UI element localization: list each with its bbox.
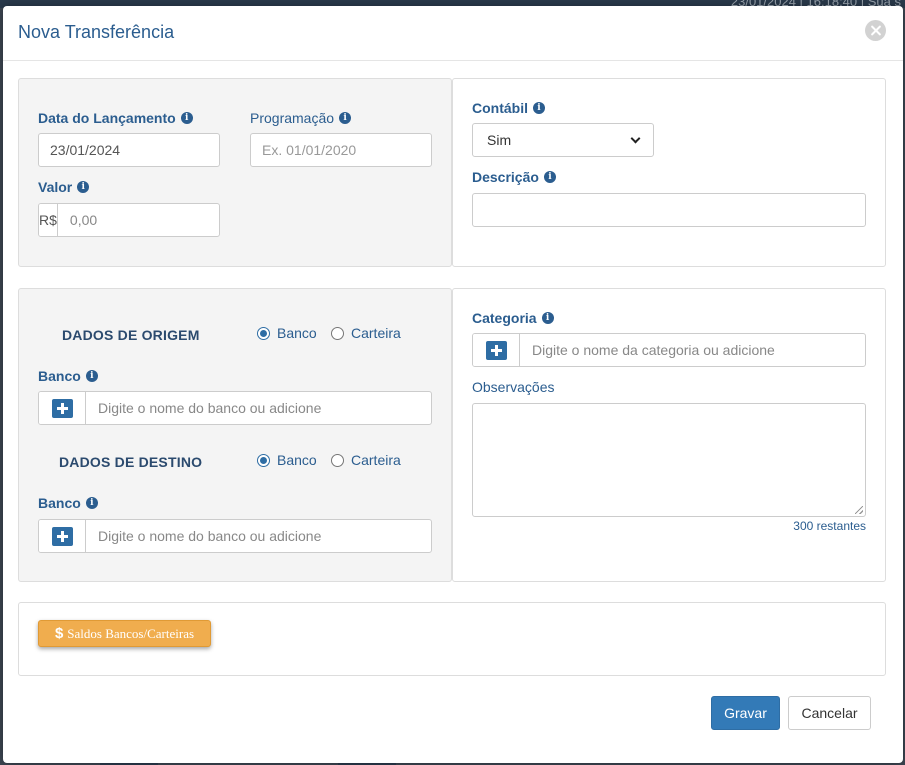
- info-icon[interactable]: i: [180, 112, 193, 124]
- info-icon[interactable]: i: [77, 181, 90, 193]
- destino-banco-input-group: [38, 519, 432, 553]
- descricao-label: Descrição i: [472, 169, 556, 185]
- modal-title: Nova Transferência: [18, 22, 175, 42]
- origem-banco-input[interactable]: [86, 392, 431, 424]
- resize-handle-icon[interactable]: [855, 506, 863, 514]
- programacao-label: Programação i: [250, 110, 352, 126]
- save-button[interactable]: Gravar: [711, 696, 780, 730]
- destino-banco-input[interactable]: [86, 520, 431, 552]
- origem-banco-input-group: [38, 391, 432, 425]
- programacao-input[interactable]: [250, 133, 432, 167]
- origem-section-title: DADOS DE ORIGEM: [62, 327, 200, 343]
- transfer-accounts-panel: DADOS DE ORIGEM Banco Carteira Banco i D…: [18, 288, 452, 582]
- contabil-select[interactable]: Sim: [472, 123, 654, 157]
- info-icon[interactable]: i: [85, 370, 98, 382]
- categoria-label: Categoria i: [472, 310, 554, 326]
- cancel-button[interactable]: Cancelar: [788, 696, 871, 730]
- destino-banco-label: Banco i: [38, 495, 98, 511]
- info-panel: Contábil i Sim Descrição i: [452, 78, 886, 267]
- close-icon[interactable]: [865, 20, 886, 41]
- origem-radio-banco[interactable]: Banco: [257, 325, 317, 341]
- plus-icon: [51, 526, 73, 546]
- plus-icon: [51, 398, 73, 418]
- categoria-input-group: [472, 333, 866, 367]
- origem-radio-carteira[interactable]: Carteira: [331, 325, 401, 341]
- transfer-modal: Nova Transferência Data do Lançamento i …: [3, 6, 903, 763]
- dollar-icon: $: [54, 625, 64, 642]
- observacoes-label: Observações: [472, 379, 555, 395]
- add-banco-destino-button[interactable]: [39, 520, 86, 552]
- category-panel: Categoria i Observações 300 restantes: [452, 288, 886, 582]
- add-banco-origem-button[interactable]: [39, 392, 86, 424]
- info-icon[interactable]: i: [541, 312, 554, 324]
- destino-section-title: DADOS DE DESTINO: [59, 454, 203, 470]
- destino-radio-carteira[interactable]: Carteira: [331, 452, 401, 468]
- contabil-label: Contábil i: [472, 100, 545, 116]
- saldos-button[interactable]: $ Saldos Bancos/Carteiras: [38, 620, 211, 647]
- radio-unchecked: [331, 326, 344, 340]
- data-lancamento-input[interactable]: [38, 133, 220, 167]
- currency-prefix: R$: [39, 204, 58, 236]
- date-panel: Data do Lançamento i Programação i Valor…: [18, 78, 452, 267]
- radio-checked: [257, 453, 270, 467]
- categoria-input[interactable]: [520, 334, 865, 366]
- char-counter: 300 restantes: [793, 519, 866, 533]
- destino-radio-banco[interactable]: Banco: [257, 452, 317, 468]
- valor-input[interactable]: [57, 204, 219, 236]
- observacoes-textarea[interactable]: [472, 403, 866, 517]
- plus-icon: [485, 340, 507, 360]
- info-icon[interactable]: i: [533, 102, 545, 114]
- radio-checked: [257, 326, 270, 340]
- data-lancamento-label: Data do Lançamento i: [38, 110, 193, 126]
- chevron-down-icon: [630, 133, 641, 143]
- info-icon[interactable]: i: [543, 171, 556, 183]
- descricao-input[interactable]: [472, 193, 866, 227]
- valor-input-group: R$: [38, 203, 220, 237]
- contabil-selected-value: Sim: [487, 132, 512, 148]
- origem-banco-label: Banco i: [38, 368, 98, 384]
- add-categoria-button[interactable]: [473, 334, 520, 366]
- valor-label: Valor i: [38, 179, 90, 195]
- modal-header: Nova Transferência: [3, 6, 903, 61]
- radio-unchecked: [331, 453, 344, 467]
- info-icon[interactable]: i: [339, 112, 352, 124]
- info-icon[interactable]: i: [85, 497, 98, 509]
